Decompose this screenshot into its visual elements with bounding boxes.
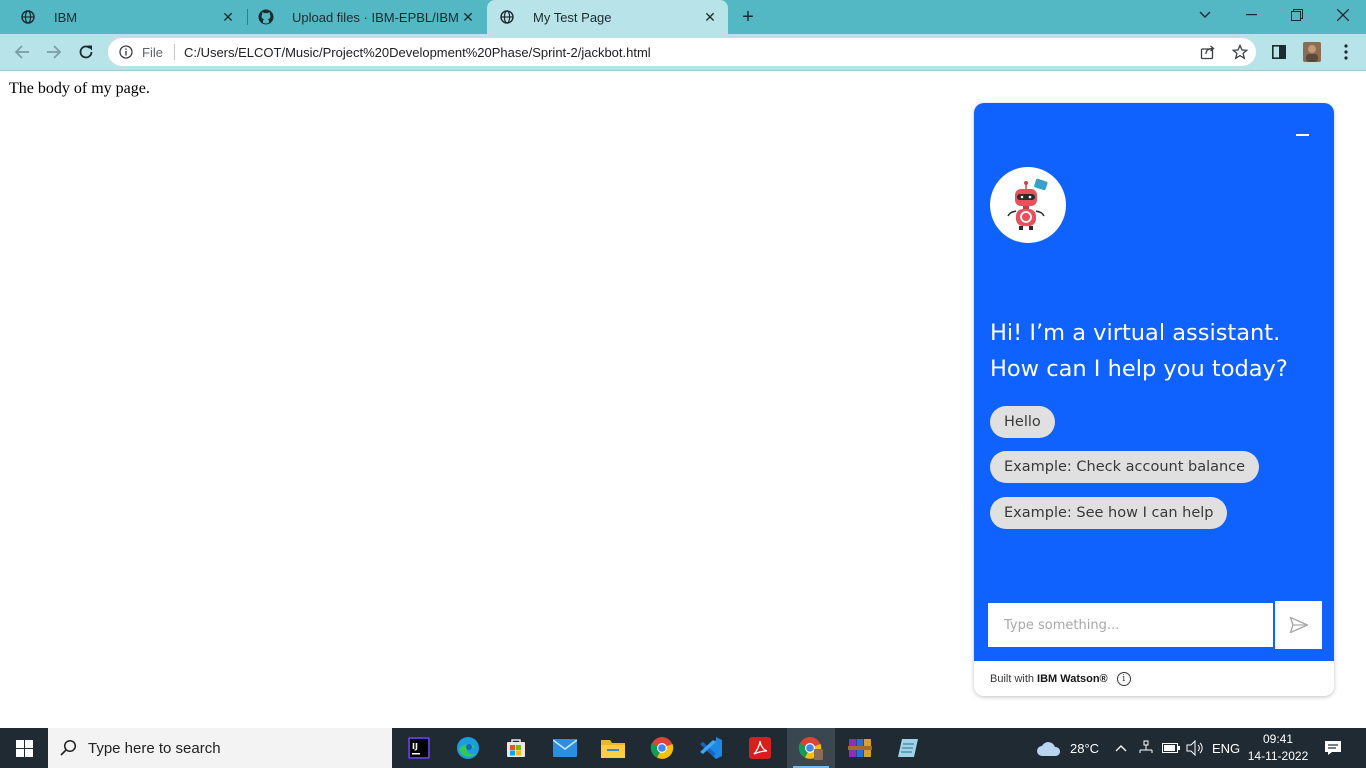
suggestion-chip-see-help[interactable]: Example: See how I can help [990, 497, 1228, 529]
close-tab-icon[interactable]: ✕ [700, 9, 720, 26]
reload-icon[interactable] [73, 39, 99, 65]
edge-icon[interactable] [444, 728, 492, 768]
bookmark-star-icon[interactable] [1224, 38, 1256, 66]
minimize-chat-icon[interactable] [1292, 125, 1312, 145]
page-body-text: The body of my page. [9, 80, 150, 97]
github-icon [258, 9, 274, 25]
file-explorer-icon[interactable] [589, 728, 637, 768]
store-icon[interactable] [492, 728, 540, 768]
suggestion-chip-check-balance[interactable]: Example: Check account balance [990, 451, 1260, 483]
close-tab-icon[interactable]: ✕ [458, 9, 478, 26]
vscode-icon[interactable] [687, 728, 735, 768]
intellij-icon[interactable]: IJ [395, 728, 443, 768]
windows-taskbar: Type here to search IJ 28°C ENG 09:41 14… [0, 728, 1366, 768]
taskbar-clock[interactable]: 09:41 14-11-2022 [1246, 731, 1310, 765]
side-panel-icon[interactable] [1266, 39, 1292, 65]
tab-search-chevron-icon[interactable] [1182, 0, 1228, 30]
taskbar-search-box[interactable]: Type here to search [48, 728, 392, 768]
footer-brand: IBM Watson® [1037, 672, 1108, 685]
address-divider [173, 44, 175, 60]
browser-toolbar: File C:/Users/ELCOT/Music/Project%20Deve… [0, 34, 1366, 71]
tab-ibm[interactable]: IBM ✕ [0, 0, 246, 34]
share-icon[interactable] [1192, 38, 1224, 66]
notepad-icon[interactable] [884, 728, 932, 768]
close-tab-icon[interactable]: ✕ [218, 9, 238, 26]
profile-avatar-icon[interactable] [1299, 39, 1325, 65]
cloud-icon [1037, 742, 1061, 756]
assistant-greeting: Hi! I’m a virtual assistant. How can I h… [990, 320, 1288, 382]
minimize-window-icon[interactable] [1228, 0, 1274, 30]
chat-home-panel: Hi! I’m a virtual assistant. How can I h… [974, 103, 1334, 661]
show-hidden-icons-chevron-icon[interactable] [1115, 728, 1127, 768]
tab-title: IBM [54, 9, 78, 25]
network-icon[interactable] [1138, 728, 1154, 768]
footer-info-icon[interactable]: i [1116, 671, 1131, 686]
address-bar[interactable]: File C:/Users/ELCOT/Music/Project%20Deve… [108, 38, 1256, 66]
action-center-notification-icon[interactable] [1324, 728, 1342, 768]
search-icon [48, 739, 88, 757]
weather-temperature: 28°C [1070, 740, 1100, 756]
tab-my-test-page[interactable]: My Test Page ✕ [487, 0, 728, 34]
suggestion-chip-hello[interactable]: Hello [990, 406, 1055, 438]
url-text: C:/Users/ELCOT/Music/Project%20Developme… [183, 44, 651, 60]
robot-icon [1007, 178, 1048, 230]
volume-icon[interactable] [1186, 728, 1204, 768]
chat-message-input[interactable] [986, 601, 1275, 649]
send-message-icon[interactable] [1275, 601, 1322, 649]
tab-title: Upload files · IBM-EPBL/IBM-Proj [292, 9, 458, 25]
footer-prefix: Built with [990, 672, 1035, 685]
globe-icon [20, 9, 36, 25]
acrobat-icon[interactable] [736, 728, 784, 768]
scheme-label: File [142, 44, 163, 60]
close-window-icon[interactable] [1320, 0, 1366, 30]
svg-text:IJ: IJ [412, 742, 418, 751]
new-tab-plus-icon[interactable]: + [737, 6, 759, 29]
chrome-icon[interactable] [638, 728, 686, 768]
restore-window-icon[interactable] [1274, 0, 1320, 30]
back-arrow-icon[interactable] [9, 39, 35, 65]
mail-icon[interactable] [541, 728, 589, 768]
bot-avatar [990, 167, 1066, 243]
forward-arrow-icon[interactable] [41, 39, 67, 65]
chat-input-row [986, 601, 1322, 649]
globe-icon [499, 9, 515, 25]
battery-icon[interactable] [1162, 728, 1180, 768]
tab-title: My Test Page [533, 9, 612, 25]
winrar-icon[interactable] [836, 728, 884, 768]
browser-menu-kebab-icon[interactable] [1333, 39, 1359, 65]
chrome-profile-icon[interactable] [787, 728, 835, 768]
weather-widget[interactable]: 28°C [1036, 728, 1099, 768]
search-placeholder: Type here to search [88, 739, 221, 757]
browser-tab-strip: IBM ✕ Upload files · IBM-EPBL/IBM-Proj ✕… [0, 0, 1366, 34]
input-language[interactable]: ENG [1212, 728, 1240, 768]
clock-time: 09:41 [1262, 732, 1294, 746]
watson-assistant-chat-widget: Hi! I’m a virtual assistant. How can I h… [974, 103, 1334, 696]
clock-date: 14-11-2022 [1247, 749, 1309, 763]
chat-footer: Built with IBM Watson® i [974, 661, 1334, 696]
tab-github-upload[interactable]: Upload files · IBM-EPBL/IBM-Proj ✕ [248, 0, 486, 34]
site-info-icon[interactable] [118, 44, 134, 60]
windows-start-icon[interactable] [0, 728, 48, 768]
